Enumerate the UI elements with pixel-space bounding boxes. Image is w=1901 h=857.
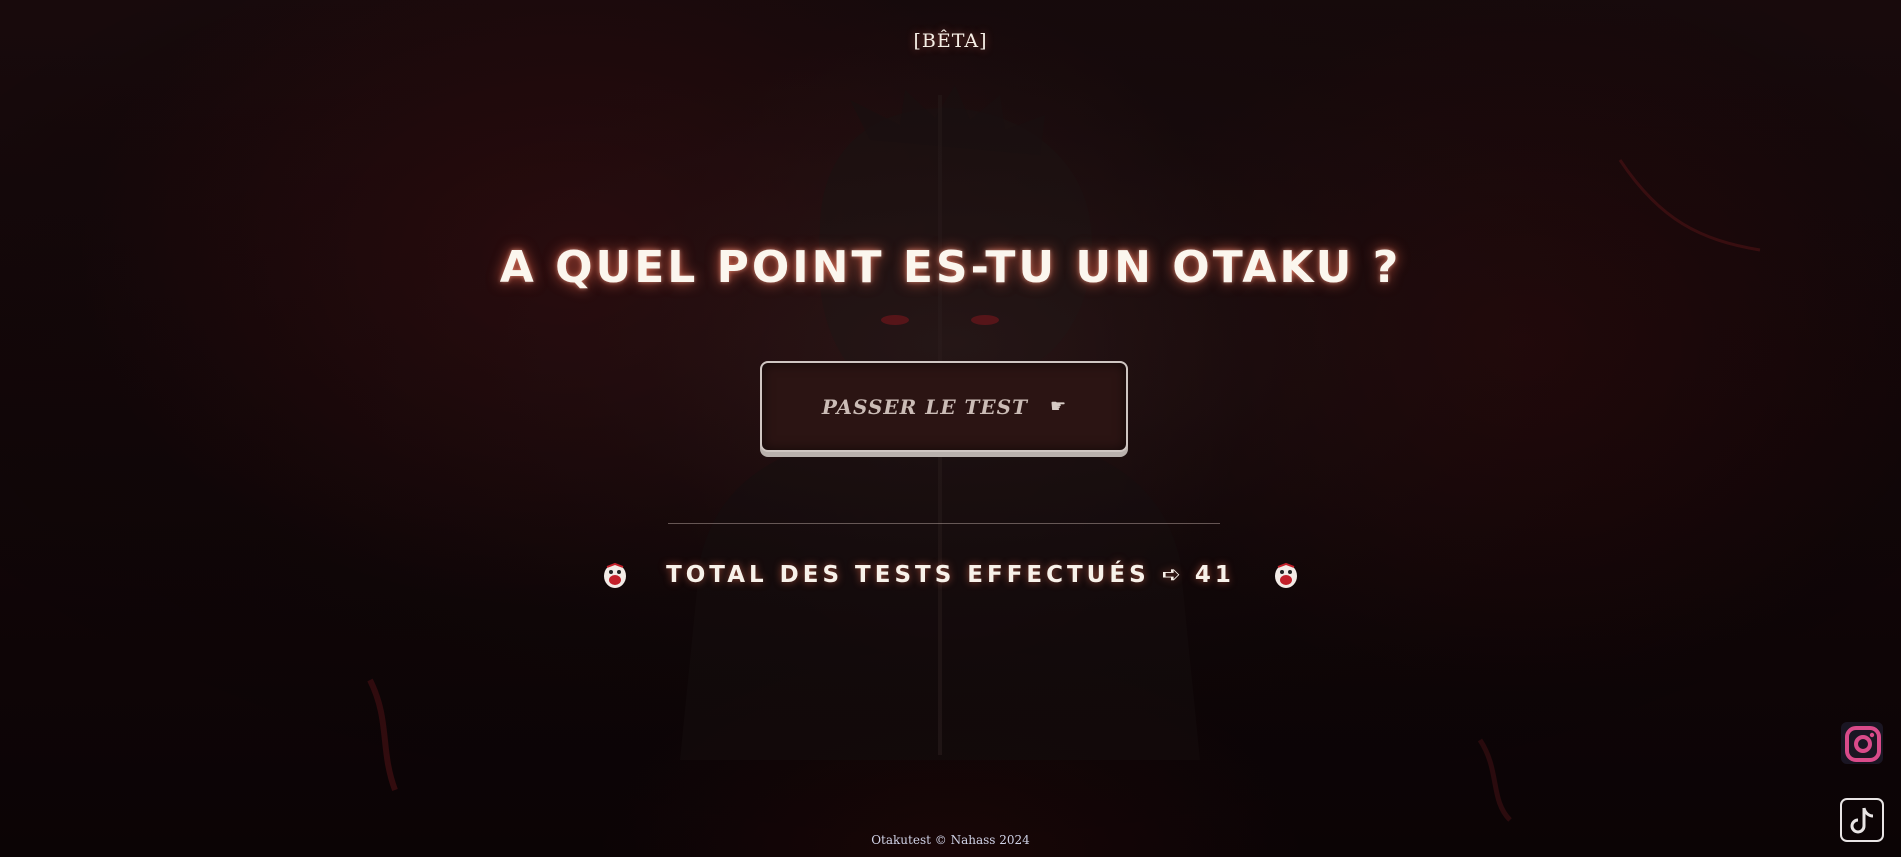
beta-badge: [BÊTA] bbox=[913, 30, 988, 52]
test-counter-label: TOTAL DES TESTS EFFECTUÉS ➪ bbox=[666, 562, 1185, 588]
start-test-button[interactable]: PASSER LE TEST ☛ bbox=[760, 361, 1128, 452]
page-title: A QUEL POINT ES-TU UN OTAKU ? bbox=[499, 242, 1402, 293]
test-counter: TOTAL DES TESTS EFFECTUÉS ➪ 41 bbox=[0, 561, 1901, 589]
footer-copyright: Otakutest © Nahass 2024 bbox=[871, 833, 1030, 847]
instagram-icon[interactable] bbox=[1839, 720, 1885, 766]
start-test-label: PASSER LE TEST bbox=[821, 394, 1028, 419]
mascot-icon bbox=[604, 562, 627, 588]
mascot-icon bbox=[1274, 562, 1297, 588]
divider bbox=[668, 523, 1220, 524]
pointing-hand-icon: ☛ bbox=[1049, 396, 1067, 417]
test-counter-value: 41 bbox=[1194, 562, 1235, 588]
